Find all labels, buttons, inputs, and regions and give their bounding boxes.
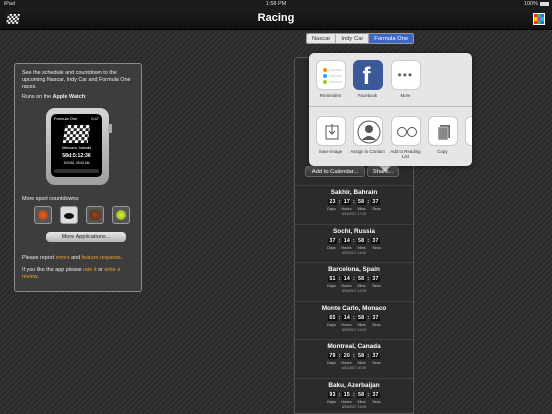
race-countdown: 65 : 14 : 58 : 37 <box>328 314 380 321</box>
basketball-app-icon[interactable] <box>34 206 52 224</box>
hockey-app-icon[interactable] <box>60 206 78 224</box>
race-date: 5/28/2017 14:00 <box>341 327 367 332</box>
facebook-icon: f <box>352 60 383 90</box>
more-applications-button[interactable]: More Applications... <box>46 232 126 242</box>
segment-formula-one[interactable]: Formula One <box>369 34 414 43</box>
share-sheet: Reminders f Facebook ••• More Save Image… <box>309 53 472 166</box>
race-date: 4/16/2017 17:00 <box>341 212 367 216</box>
share-app-more[interactable]: ••• More <box>388 60 423 98</box>
status-bar: iPad 1:58 PM 100% <box>0 0 552 8</box>
more-icon: ••• <box>390 60 421 90</box>
sport-icons-row <box>34 206 130 224</box>
contact-icon <box>352 116 383 146</box>
race-countdown: 37 : 14 : 58 : 37 <box>328 237 380 244</box>
race-units: Days Hours Mins Secs <box>327 284 381 288</box>
segment-nascar[interactable]: Nascar <box>307 34 337 43</box>
checkered-flag-icon <box>62 125 91 143</box>
battery-percent: 100% <box>523 1 538 7</box>
watch-crown <box>108 124 112 133</box>
watch-time: 0:47 <box>91 116 99 121</box>
race-units: Days Hours Mins Secs <box>327 245 381 250</box>
report-text: Please report errors and feature request… <box>22 255 123 261</box>
add-to-calendar-button[interactable]: Add to Calendar... <box>305 166 365 177</box>
race-countdown: 51 : 14 : 58 : 37 <box>328 276 380 282</box>
watch-bar <box>54 169 99 173</box>
football-app-icon[interactable] <box>86 206 104 224</box>
race-name: Monte Carlo, Monaco <box>321 304 387 312</box>
watch-countdown: 58d:5:12:36 <box>62 153 91 159</box>
intro-text: See the schedule and countdown to the up… <box>22 70 131 90</box>
battery-icon <box>540 2 549 6</box>
rate-text: If you like the app please rate it or wr… <box>22 267 121 280</box>
action-add-reading-list[interactable]: Add to Reading List <box>388 116 423 159</box>
race-countdown: 79 : 20 : 58 : 37 <box>328 353 380 359</box>
watch-screen: Formula One 0:47 Melbourne, Australia 58… <box>51 114 102 177</box>
race-countdown: 93 : 15 : 58 : 37 <box>328 391 380 398</box>
apple-watch-image: Formula One 0:47 Melbourne, Australia 58… <box>46 108 112 185</box>
race-date: 5/14/2017 14:00 <box>341 289 367 293</box>
race-name: Sochi, Russia <box>333 227 375 235</box>
rate-it-link[interactable]: rate it <box>83 267 96 273</box>
action-more-partial[interactable] <box>462 116 472 146</box>
watch-text: Runs on the Apple Watch: <box>22 94 87 100</box>
glasses-icon <box>390 116 421 146</box>
reminders-icon <box>315 60 346 90</box>
share-app-reminders[interactable]: Reminders <box>313 60 348 98</box>
info-panel: See the schedule and countdown to the up… <box>14 63 142 292</box>
series-segmented-control: Nascar Indy Car Formula One <box>306 33 415 44</box>
segment-indy-car[interactable]: Indy Car <box>336 34 370 43</box>
race-row[interactable]: Sakhir, Bahrain 23 : 17 : 58 : 37 Days Hour… <box>295 185 413 223</box>
race-row[interactable]: Montreal, Canada 79 : 20 : 58 : 37 Days Hou… <box>295 339 413 377</box>
page-title: Racing <box>257 12 295 24</box>
race-units: Days Hours Mins Secs <box>327 361 381 365</box>
action-save-image[interactable]: Save Image <box>313 116 348 154</box>
app-grid-icon[interactable] <box>533 13 545 25</box>
watch-series: Formula One <box>54 116 78 121</box>
race-date: 6/11/2017 20:00 <box>341 366 367 370</box>
save-image-icon <box>315 116 346 146</box>
race-name: Barcelona, Spain <box>328 266 380 273</box>
more-sports-label: More sport countdowns: <box>22 196 80 202</box>
tennis-app-icon[interactable] <box>112 206 130 224</box>
race-name: Montreal, Canada <box>327 343 381 350</box>
race-row[interactable]: Baku, Azerbaijan 93 : 15 : 58 : 37 Days Hou… <box>295 377 413 414</box>
watch-date: 3/20/16, 05:00 AM <box>63 161 90 165</box>
feature-requests-link[interactable]: feature requests <box>82 255 121 261</box>
watch-location: Melbourne, Australia <box>61 146 92 150</box>
race-units: Days Hours Mins Secs <box>327 207 381 211</box>
navigation-bar: Racing <box>0 8 552 30</box>
race-name: Sakhir, Bahrain <box>330 189 378 196</box>
action-assign-contact[interactable]: Assign to Contact <box>350 116 385 154</box>
race-countdown: 23 : 17 : 58 : 37 <box>328 199 380 205</box>
race-units: Days Hours Mins Secs <box>327 399 381 404</box>
race-row[interactable]: Sochi, Russia 37 : 14 : 58 : 37 Days Hours M… <box>295 223 413 262</box>
action-copy[interactable]: Copy <box>425 116 460 154</box>
errors-link[interactable]: errors <box>56 255 70 261</box>
copy-icon <box>427 116 458 146</box>
race-name: Baku, Azerbaijan <box>328 381 380 389</box>
share-app-facebook[interactable]: f Facebook <box>350 60 385 98</box>
race-date: 6/25/2017 15:00 <box>341 404 367 409</box>
race-date: 4/30/2017 14:00 <box>341 250 367 255</box>
clock: 1:58 PM <box>265 1 287 7</box>
race-row[interactable]: Barcelona, Spain 51 : 14 : 58 : 37 Days Hou… <box>295 262 413 300</box>
share-divider <box>309 106 472 107</box>
more-action-icon <box>464 116 472 146</box>
race-row[interactable]: Monte Carlo, Monaco 65 : 14 : 58 : 37 Days… <box>295 300 413 339</box>
race-units: Days Hours Mins Secs <box>327 322 381 327</box>
